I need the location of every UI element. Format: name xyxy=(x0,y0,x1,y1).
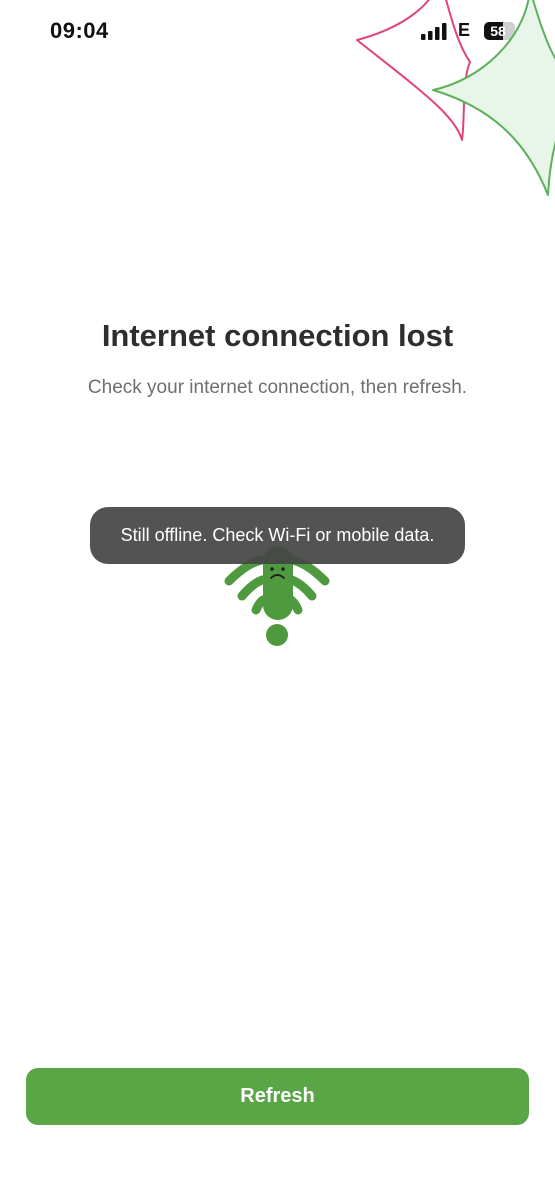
page-title: Internet connection lost xyxy=(101,318,454,353)
offline-toast: Still offline. Check Wi-Fi or mobile dat… xyxy=(90,507,465,564)
sparkle-decoration-icon xyxy=(356,0,555,196)
refresh-button[interactable]: Refresh xyxy=(26,1068,529,1125)
page-subtitle: Check your internet connection, then ref… xyxy=(87,377,468,398)
status-time: 09:04 xyxy=(50,18,109,43)
